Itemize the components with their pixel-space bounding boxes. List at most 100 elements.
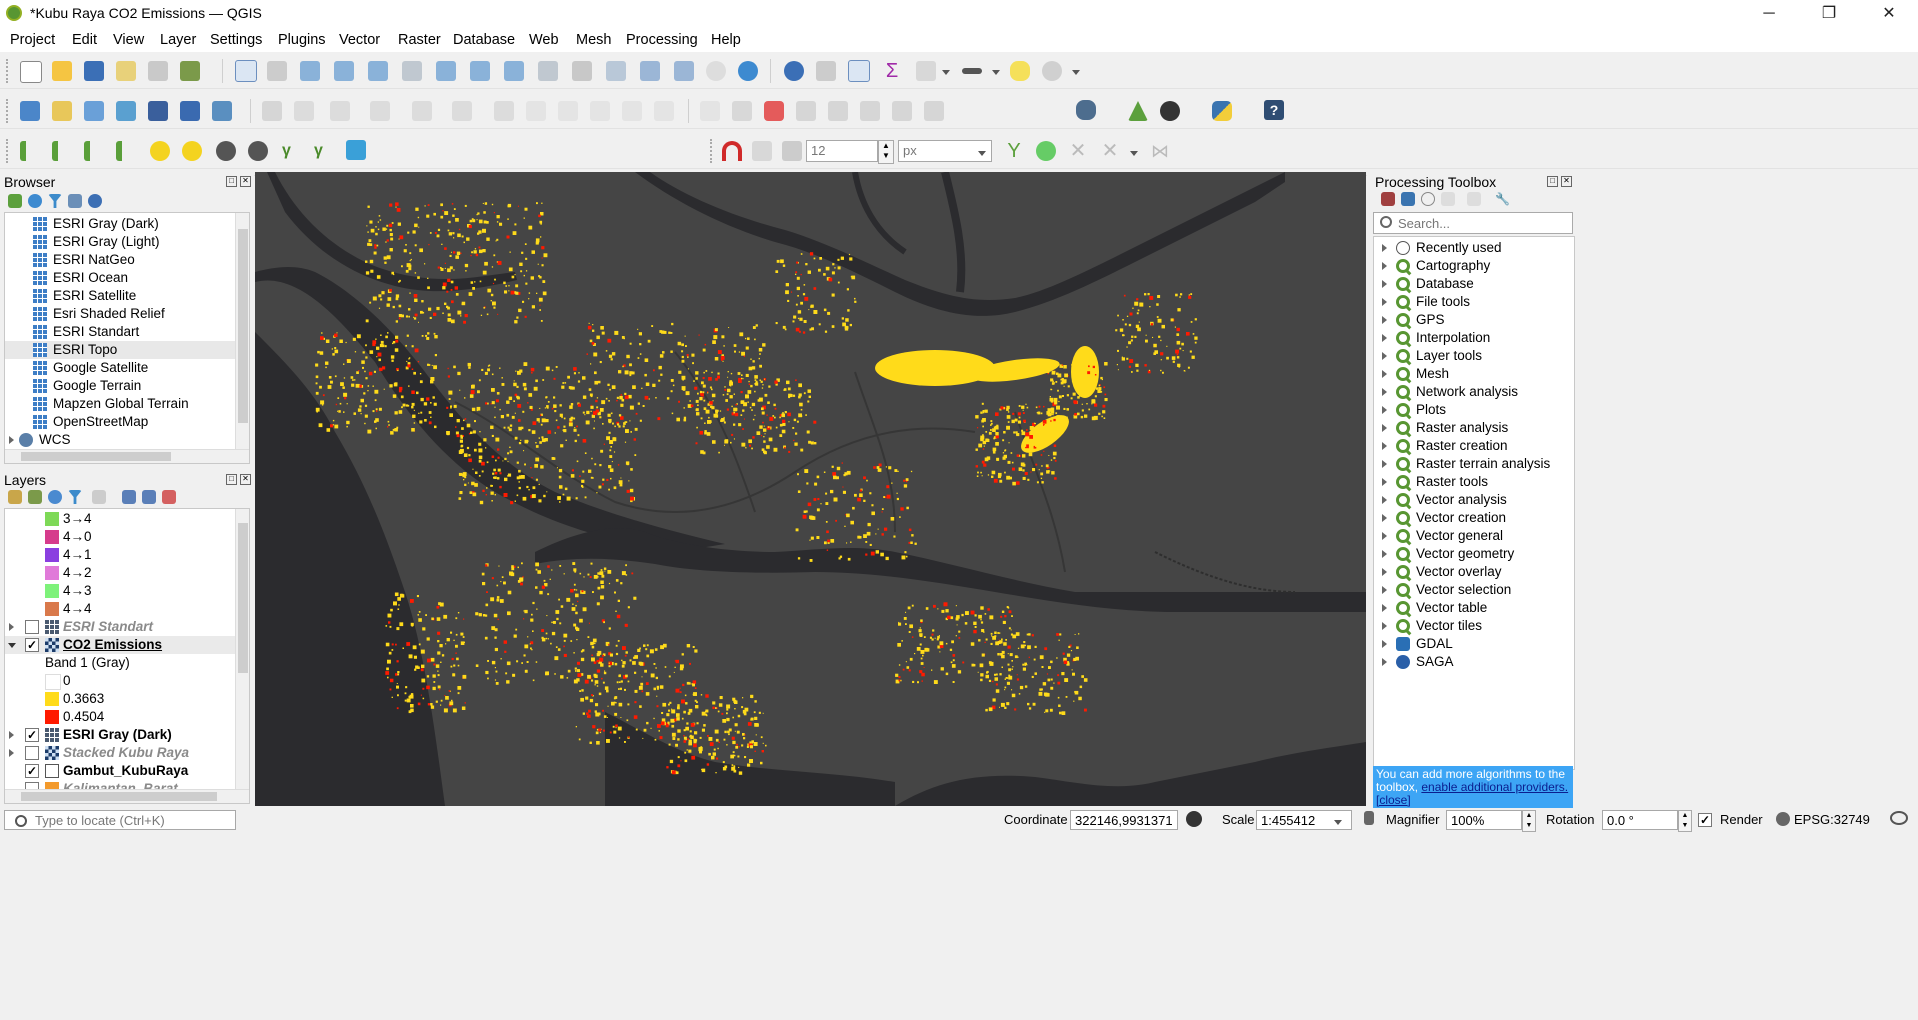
toolbar-handle[interactable] (6, 99, 12, 123)
coordinate-field[interactable]: 322146,9931371 (1070, 810, 1178, 830)
expand-icon[interactable] (9, 623, 14, 631)
add-feature-icon[interactable] (370, 101, 390, 121)
collapse-all-icon[interactable] (68, 194, 82, 208)
increase-gamma-icon[interactable]: γ (282, 141, 302, 161)
raster-histogram-icon[interactable] (20, 141, 40, 161)
layer-visibility-checkbox[interactable]: ✓ (25, 764, 39, 778)
zoom-to-selection-icon[interactable] (402, 61, 422, 81)
self-snapping-icon[interactable]: ✕ (1068, 141, 1088, 161)
menu-web[interactable]: Web (529, 32, 559, 48)
local-histogram-icon[interactable] (52, 141, 72, 161)
layer-gambut-kuburaya[interactable]: ✓ Gambut_KubuRaya (5, 762, 235, 780)
float-panel-icon[interactable]: □ (226, 474, 237, 485)
layer-visibility-checkbox[interactable]: ✓ (25, 728, 39, 742)
scrollbar-thumb[interactable] (21, 792, 217, 801)
menu-vector[interactable]: Vector (339, 32, 380, 48)
decrease-brightness-icon[interactable] (182, 141, 202, 161)
cut-features-icon[interactable] (526, 101, 546, 121)
label-rule-icon[interactable] (764, 101, 784, 121)
collapse-icon[interactable] (8, 643, 16, 648)
expand-icon[interactable] (1382, 514, 1387, 522)
decrease-contrast-icon[interactable] (248, 141, 268, 161)
pin-labels-icon[interactable] (732, 101, 752, 121)
crs-button[interactable]: EPSG:32749 (1794, 812, 1870, 827)
snapping-magnet-icon[interactable] (722, 141, 742, 161)
new-print-layout-icon[interactable] (116, 61, 136, 81)
processing-toolbox-icon[interactable] (848, 60, 870, 82)
delete-selected-icon[interactable] (494, 101, 514, 121)
zoom-native-icon[interactable] (470, 61, 490, 81)
layer-visibility-checkbox[interactable] (25, 746, 39, 760)
style-manager-icon[interactable] (180, 61, 200, 81)
menu-layer[interactable]: Layer (160, 32, 196, 48)
zoom-last-icon[interactable] (504, 61, 524, 81)
toolbar-handle[interactable] (6, 139, 12, 163)
float-panel-icon[interactable]: □ (1547, 176, 1558, 187)
browser-scrollbar[interactable] (235, 213, 249, 449)
save-project-icon[interactable] (84, 61, 104, 81)
expand-icon[interactable] (9, 436, 14, 444)
horizontal-scrollbar[interactable] (5, 789, 249, 803)
expand-icon[interactable] (1382, 478, 1387, 486)
help-icon[interactable]: ? (1264, 100, 1284, 120)
measure-line-icon[interactable] (962, 68, 982, 74)
expand-icon[interactable] (1382, 280, 1387, 288)
expand-icon[interactable] (1382, 316, 1387, 324)
toolbar-handle[interactable] (710, 139, 716, 163)
annotation-icon[interactable] (1042, 61, 1062, 81)
magnifier-field[interactable]: 100% (1446, 810, 1522, 830)
models-icon[interactable] (1381, 192, 1395, 206)
identify-features-icon[interactable] (784, 61, 804, 81)
increase-brightness-icon[interactable] (150, 141, 170, 161)
filter-legend-icon[interactable] (68, 490, 82, 504)
temporal-controller-icon[interactable] (706, 61, 726, 81)
db-manager-icon[interactable] (1076, 100, 1096, 120)
close-notice-link[interactable]: [close] (1376, 793, 1411, 807)
close-panel-icon[interactable]: ✕ (1561, 176, 1572, 187)
zoom-full-icon[interactable] (368, 61, 388, 81)
expand-icon[interactable] (1382, 262, 1387, 270)
toolbox-search-input[interactable]: Search... (1373, 212, 1573, 234)
expand-icon[interactable] (1382, 460, 1387, 468)
layout-manager-icon[interactable] (148, 61, 168, 81)
add-group-icon[interactable] (28, 490, 42, 504)
quickmapservices-icon[interactable] (346, 140, 366, 160)
expand-icon[interactable] (1382, 604, 1387, 612)
increase-contrast-icon[interactable] (216, 141, 236, 161)
current-edits-icon[interactable] (294, 101, 314, 121)
toggle-extents-icon[interactable] (1186, 811, 1202, 827)
copy-features-icon[interactable] (558, 101, 578, 121)
new-3d-view-icon[interactable] (606, 61, 626, 81)
new-geopackage-layer-icon[interactable] (52, 101, 72, 121)
new-shapefile-layer-icon[interactable] (84, 101, 104, 121)
refresh-icon[interactable] (28, 194, 42, 208)
expand-icon[interactable] (9, 731, 14, 739)
new-map-view-icon[interactable] (572, 61, 592, 81)
expand-icon[interactable] (1382, 658, 1387, 666)
move-label-icon[interactable] (828, 101, 848, 121)
menu-database[interactable]: Database (453, 32, 515, 48)
results-viewer-icon[interactable] (1441, 192, 1455, 206)
open-attribute-table-icon[interactable] (816, 61, 836, 81)
filter-expression-icon[interactable] (92, 490, 106, 504)
map-canvas[interactable] (255, 172, 1366, 806)
menu-processing[interactable]: Processing (626, 32, 698, 48)
zoom-next-icon[interactable] (538, 61, 558, 81)
statistical-summary-icon[interactable]: Σ (882, 61, 902, 81)
toolbar-handle[interactable] (6, 59, 12, 83)
expand-icon[interactable] (1382, 406, 1387, 414)
pan-to-selection-icon[interactable] (267, 61, 287, 81)
full-histogram-icon[interactable] (84, 141, 104, 161)
layer-esri-gray-dark[interactable]: ✓ ESRI Gray (Dark) (5, 726, 235, 744)
layer-visibility-checkbox[interactable]: ✓ (25, 638, 39, 652)
collapse-all-icon[interactable] (142, 490, 156, 504)
layers-scrollbar[interactable] (235, 509, 249, 789)
history-icon[interactable] (1421, 192, 1435, 206)
decrease-gamma-icon[interactable]: γ (314, 141, 334, 161)
scrollbar-thumb[interactable] (238, 523, 248, 673)
topological-editing-icon[interactable]: Y (1004, 141, 1024, 161)
scrollbar-thumb[interactable] (238, 229, 248, 423)
expand-icon[interactable] (1382, 622, 1387, 630)
snapping-layers-icon[interactable] (752, 141, 772, 161)
diagram-icon[interactable] (924, 101, 944, 121)
